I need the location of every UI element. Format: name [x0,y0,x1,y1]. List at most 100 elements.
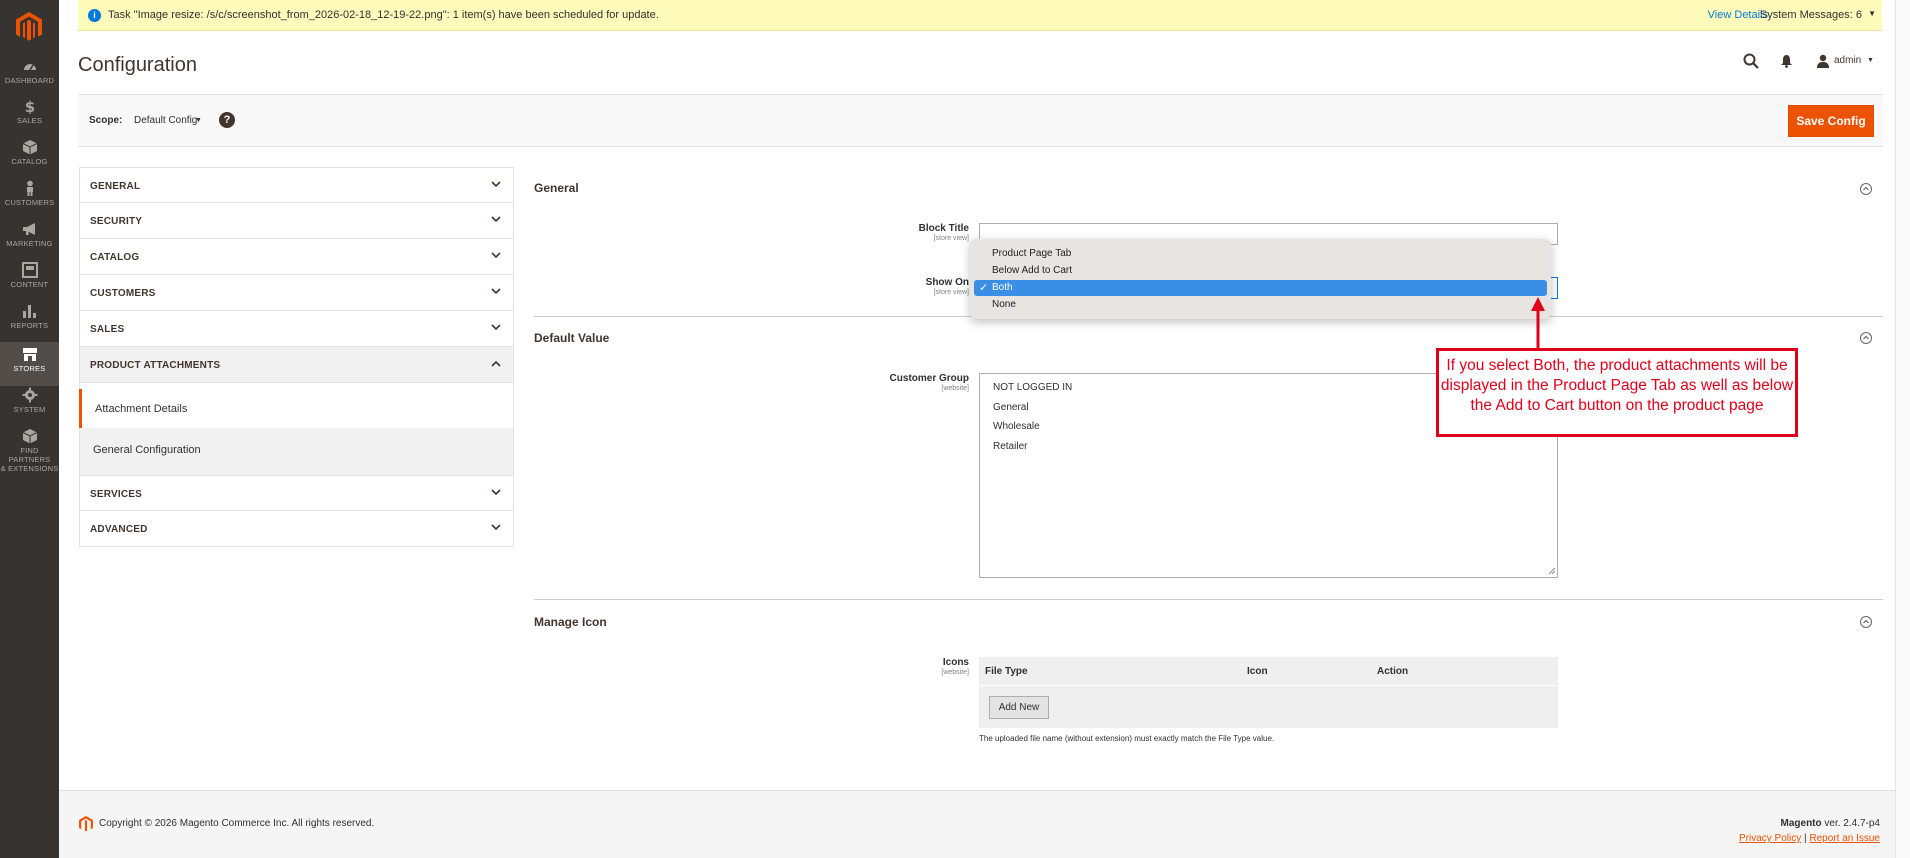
page-footer: Copyright © 2026 Magento Commerce Inc. A… [59,790,1910,858]
show-on-label: Show On [925,277,969,288]
tab-label: ADVANCED [90,524,148,535]
collapse-circle-icon[interactable] [1860,183,1872,195]
nav-label: & EXTENSIONS [0,464,59,473]
admin-user-menu[interactable]: admin [1834,55,1861,66]
scope-bar: Scope: Default Config ▼ ? Save Config [78,94,1883,147]
nav-reports[interactable]: REPORTS [0,303,59,345]
tab-label: CUSTOMERS [90,288,156,299]
section-default-value-title[interactable]: Default Value [534,331,609,345]
notice-message: Task "Image resize: /s/c/screenshot_from… [108,9,659,21]
annotation-arrow-icon [1531,297,1545,349]
column-header: Action [1377,666,1409,677]
privacy-policy-link[interactable]: Privacy Policy [1739,833,1801,844]
copyright-text: Copyright © 2026 Magento Commerce Inc. A… [99,818,375,829]
tab-product-attachments[interactable]: PRODUCT ATTACHMENTS [79,347,514,383]
list-item[interactable]: NOT LOGGED IN [993,382,1072,393]
config-tabs: GENERAL SECURITY CATALOG CUSTOMERS SALES… [79,167,514,547]
dropdown-option[interactable]: None [974,297,1547,313]
window-scrollbar[interactable] [1895,0,1910,858]
notification-bar: i Task "Image resize: /s/c/screenshot_fr… [78,0,1882,31]
user-icon[interactable] [1816,54,1830,68]
nav-sales[interactable]: $ SALES [0,98,59,140]
tab-advanced[interactable]: ADVANCED [79,511,514,547]
nav-content[interactable]: CONTENT [0,262,59,304]
tab-security[interactable]: SECURITY [79,203,514,239]
bar-chart-icon [22,305,36,318]
nav-stores[interactable]: STORES [0,342,59,386]
bell-icon[interactable] [1780,54,1793,68]
dollar-icon: $ [24,98,34,114]
tab-customers[interactable]: CUSTOMERS [79,275,514,311]
nav-find-partners[interactable]: FIND PARTNERS & EXTENSIONS [0,428,59,478]
report-issue-link[interactable]: Report an Issue [1809,833,1880,844]
customer-group-label: Customer Group [889,373,969,384]
tab-label: CATALOG [90,252,140,263]
nav-label: CUSTOMERS [4,198,55,207]
chevron-up-icon [491,360,501,367]
storefront-icon [22,348,37,361]
magento-logo-icon [79,816,93,832]
svg-text:$: $ [24,98,34,114]
chevron-down-icon [491,252,501,259]
icons-table-body [979,686,1558,728]
box-icon [22,140,37,155]
dropdown-option-selected[interactable]: ✓ Both [974,280,1547,296]
chevron-down-icon [491,288,501,295]
tab-label: SECURITY [90,216,143,227]
tab-attachment-details[interactable]: Attachment Details [79,389,514,428]
tab-label: SALES [90,324,125,335]
chevron-down-icon [491,216,501,223]
tab-general-configuration[interactable]: General Configuration [79,428,514,475]
list-item[interactable]: Retailer [993,441,1027,452]
chevron-down-icon [491,524,501,531]
search-icon[interactable] [1743,53,1759,69]
magento-logo-icon[interactable] [16,12,42,42]
tab-sales[interactable]: SALES [79,311,514,347]
add-new-button[interactable]: Add New [989,696,1049,719]
tab-catalog[interactable]: CATALOG [79,239,514,275]
nav-label: FIND PARTNERS [8,446,51,464]
section-divider [534,599,1883,600]
icons-scope: [website] [941,669,969,676]
help-icon[interactable]: ? [219,112,235,128]
tab-services[interactable]: SERVICES [79,475,514,511]
version-number: ver. 2.4.7-p4 [1821,818,1880,829]
section-general-title[interactable]: General [534,181,579,195]
tab-label: PRODUCT ATTACHMENTS [90,360,221,371]
section-manage-icon-title[interactable]: Manage Icon [534,615,607,629]
tab-general[interactable]: GENERAL [79,167,514,203]
nav-label: CATALOG [11,157,48,166]
collapse-circle-icon[interactable] [1860,616,1872,628]
resize-handle-icon[interactable] [1548,567,1556,575]
nav-system[interactable]: SYSTEM [0,387,59,429]
collapse-circle-icon[interactable] [1860,332,1872,344]
link-separator: | [1804,833,1807,844]
list-item[interactable]: General [993,402,1029,413]
chevron-down-icon[interactable]: ▼ [1867,57,1874,64]
chevron-down-icon [491,324,501,331]
chevron-down-icon[interactable]: ▼ [195,117,202,124]
customer-group-scope: [website] [941,385,969,392]
chevron-down-icon[interactable]: ▼ [1868,9,1876,18]
nav-dashboard[interactable]: DASHBOARD [0,58,59,100]
dropdown-option[interactable]: Below Add to Cart [974,263,1547,279]
tab-label: General Configuration [93,444,201,456]
page-title: Configuration [78,54,197,76]
nav-customers[interactable]: CUSTOMERS [0,180,59,222]
nav-catalog[interactable]: CATALOG [0,139,59,181]
annotation-callout: If you select Both, the product attachme… [1436,348,1798,437]
column-header: Icon [1247,666,1268,677]
scope-switcher[interactable]: Default Config [134,115,197,126]
nav-label: CONTENT [10,280,49,289]
tab-label: SERVICES [90,489,142,500]
system-messages[interactable]: System Messages: 6 [1760,9,1862,21]
save-config-button[interactable]: Save Config [1788,105,1874,137]
icons-note: The uploaded file name (without extensio… [979,734,1275,743]
person-icon [26,180,33,196]
dropdown-option[interactable]: Product Page Tab [974,246,1547,262]
nav-label: SYSTEM [13,405,46,414]
nav-label: REPORTS [10,321,49,330]
nav-marketing[interactable]: MARKETING [0,221,59,263]
list-item[interactable]: Wholesale [993,421,1040,432]
checkmark-icon: ✓ [979,282,989,294]
